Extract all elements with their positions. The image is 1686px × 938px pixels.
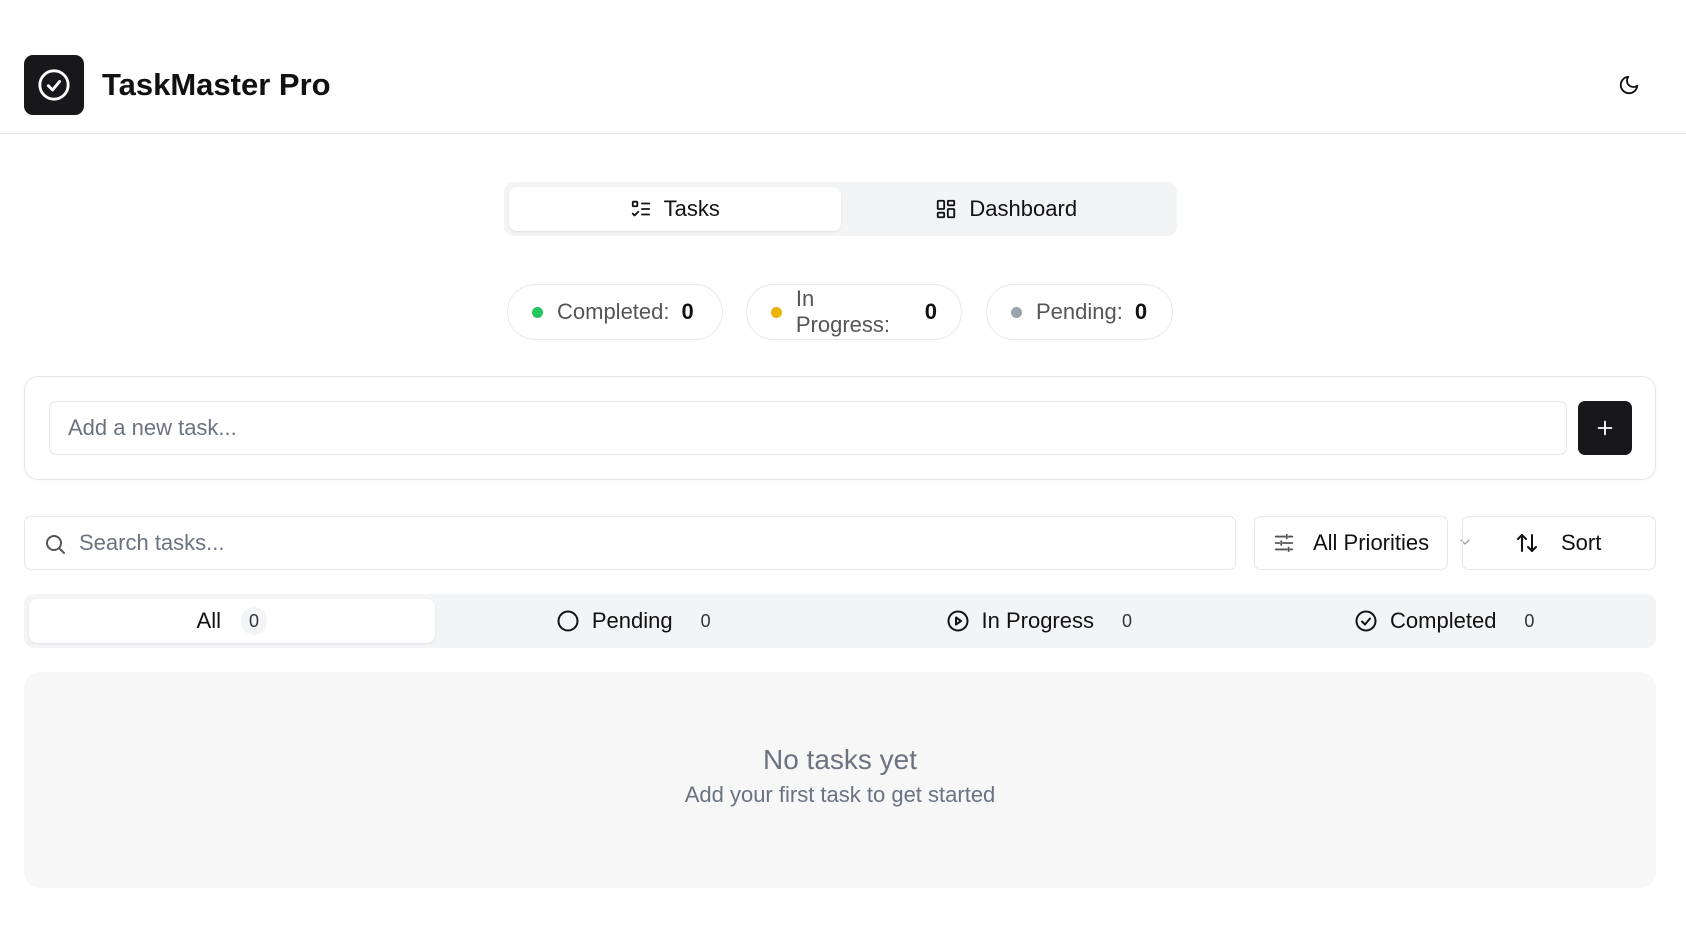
grid-icon (937, 199, 956, 219)
check-circle-icon (38, 69, 70, 101)
tab-all-label: All (196, 608, 221, 633)
empty-state: No tasks yet Add your first task to get … (24, 672, 1656, 888)
stat-in-progress: In Progress: 0 (746, 284, 962, 340)
empty-state-title: No tasks yet (762, 744, 918, 775)
add-task-button[interactable] (1578, 401, 1632, 455)
new-task-input[interactable] (49, 401, 1567, 455)
stat-completed-label: Completed: (557, 299, 670, 324)
app-header: TaskMaster Pro (0, 0, 1686, 134)
stat-completed: Completed: 0 (507, 284, 723, 340)
theme-toggle-button[interactable] (1614, 70, 1644, 100)
search-input[interactable] (79, 517, 1229, 569)
tab-in-progress-count: 0 (1121, 610, 1132, 631)
view-switcher: Tasks Dashboard (504, 182, 1177, 236)
tab-tasks-label: Tasks (663, 196, 720, 221)
tab-completed-label: Completed (1390, 608, 1497, 633)
status-dot-yellow (771, 306, 782, 318)
search-box (24, 516, 1236, 570)
sort-arrows-icon (1517, 534, 1537, 552)
stat-in-progress-label: In Progress: (795, 286, 890, 337)
search-icon (46, 535, 65, 554)
tab-all[interactable]: All 0 (29, 599, 435, 643)
check-circle-icon (1355, 610, 1377, 632)
tab-dashboard[interactable]: Dashboard (841, 187, 1173, 231)
tab-in-progress-label: In Progress (981, 608, 1095, 633)
circle-icon (557, 610, 579, 632)
status-dot-gray (1011, 306, 1022, 318)
status-dot-green (532, 306, 543, 318)
status-tabs: All 0 Pending 0 In Progress 0 Completed … (24, 594, 1656, 648)
app-title: TaskMaster Pro (102, 67, 331, 102)
stat-in-progress-count: 0 (924, 299, 937, 324)
tab-pending-label: Pending (591, 608, 673, 633)
priority-filter-label: All Priorities (1313, 530, 1430, 555)
tab-completed[interactable]: Completed 0 (1246, 599, 1652, 643)
stat-completed-count: 0 (681, 299, 694, 324)
tab-pending-count: 0 (700, 610, 711, 631)
play-circle-icon (947, 610, 968, 632)
tab-completed-count: 0 (1524, 610, 1535, 631)
stat-pending-label: Pending: (1036, 299, 1123, 324)
plus-icon (1597, 420, 1613, 436)
priority-filter-select[interactable]: All Priorities (1254, 516, 1448, 570)
tab-in-progress[interactable]: In Progress 0 (840, 599, 1246, 643)
list-checks-icon (631, 200, 650, 217)
sort-button[interactable]: Sort (1462, 516, 1656, 570)
stat-pending: Pending: 0 (986, 284, 1173, 340)
tab-pending[interactable]: Pending 0 (435, 599, 841, 643)
stat-pending-count: 0 (1134, 299, 1148, 324)
empty-state-subtitle: Add your first task to get started (684, 782, 996, 807)
moon-icon (1619, 75, 1639, 95)
sort-label: Sort (1561, 530, 1602, 555)
tab-all-count: 0 (240, 607, 267, 635)
sliders-icon (1274, 533, 1294, 553)
tab-tasks[interactable]: Tasks (509, 187, 841, 231)
tab-dashboard-label: Dashboard (969, 196, 1078, 221)
app-logo (24, 55, 84, 115)
add-task-card (24, 376, 1656, 480)
